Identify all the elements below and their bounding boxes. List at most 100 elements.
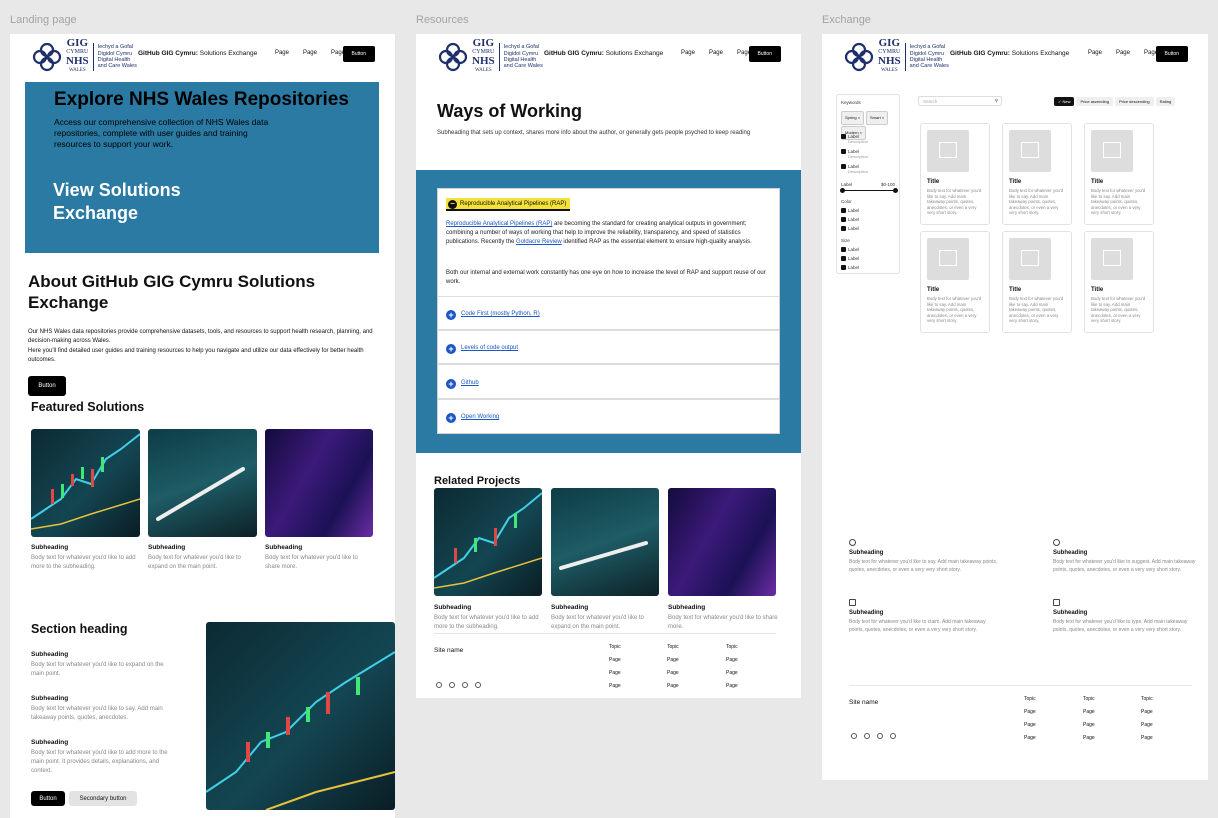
related-image-chart[interactable] xyxy=(434,488,542,596)
footer-link[interactable]: Page xyxy=(1083,732,1095,745)
rap-link[interactable]: Reproducible Analytical Pipelines (RAP) xyxy=(446,221,552,227)
top-nav: GIG CYMRU NHS WALES Iechyd a Gofal Digid… xyxy=(822,34,1208,74)
filter-checkbox[interactable]: Label Description xyxy=(841,164,868,174)
logo-gig: GIG xyxy=(472,37,495,49)
footer-link[interactable]: Page xyxy=(1024,719,1036,732)
view-solutions-link[interactable]: View Solutions Exchange xyxy=(53,179,223,225)
nav-link[interactable]: Page xyxy=(275,50,289,56)
nav-links: Page Page Page xyxy=(275,50,345,56)
sort-chip[interactable]: Price ascending xyxy=(1076,97,1113,106)
footer-link[interactable]: Page xyxy=(726,667,738,680)
footer-link[interactable]: Page xyxy=(667,654,679,667)
footer-link[interactable]: Page xyxy=(726,680,738,693)
instagram-icon[interactable] xyxy=(890,733,896,739)
color-checkbox[interactable]: Label xyxy=(841,217,859,222)
featured-text: Body text for whatever you'd like to add… xyxy=(31,555,136,570)
footer-link[interactable]: Page xyxy=(1141,706,1153,719)
instagram-icon[interactable] xyxy=(475,682,481,688)
product-card[interactable]: Title Body text for whatever you'd like t… xyxy=(1084,123,1154,225)
search-input[interactable]: Search ⚲ xyxy=(918,96,1002,106)
accordion-item[interactable]: + Open Working xyxy=(438,403,779,434)
footer-link[interactable]: Page xyxy=(667,667,679,680)
logo-divider xyxy=(498,43,500,71)
social-icons xyxy=(436,682,481,688)
section-sub: Subheading xyxy=(31,739,69,746)
nav-button[interactable]: Button xyxy=(748,46,781,62)
sort-chip-active[interactable]: ✓ New xyxy=(1054,97,1075,106)
accordion-open-header[interactable]: − Reproducible Analytical Pipelines (RAP) xyxy=(446,198,571,211)
product-card[interactable]: Title Body text for whatever you'd like t… xyxy=(920,231,990,333)
secondary-button[interactable]: Secondary button xyxy=(69,791,137,806)
range-slider[interactable] xyxy=(841,190,897,191)
youtube-icon[interactable] xyxy=(877,733,883,739)
logo-wales: WALES xyxy=(474,68,492,73)
nav-links: Page Page Page xyxy=(681,50,751,56)
size-checkbox[interactable]: Label xyxy=(841,247,859,252)
related-image-code[interactable] xyxy=(668,488,776,596)
featured-image-chart[interactable] xyxy=(31,429,140,537)
sort-chips: ✓ New Price ascending Price descending R… xyxy=(1054,97,1176,106)
sort-chip[interactable]: Rating xyxy=(1155,97,1176,106)
nhs-logo[interactable]: GIG CYMRU NHS WALES Iechyd a Gofal Digid… xyxy=(32,38,137,75)
size-checkbox[interactable]: Label xyxy=(841,256,859,261)
product-card[interactable]: Title Body text for whatever you'd like t… xyxy=(1002,123,1072,225)
nav-button[interactable]: Button xyxy=(1155,46,1188,62)
social-icons xyxy=(851,733,896,739)
footer-link[interactable]: Page xyxy=(609,667,621,680)
nav-link[interactable]: Page xyxy=(303,50,317,56)
footer-link[interactable]: Page xyxy=(667,680,679,693)
product-card[interactable]: Title Body text for whatever you'd like t… xyxy=(1002,231,1072,333)
nav-link[interactable]: Page xyxy=(1088,50,1102,56)
calendar-icon xyxy=(1053,599,1060,606)
footer-col: Topic Page Page Page xyxy=(667,641,679,693)
keyword-chip[interactable]: Smart × xyxy=(866,111,889,125)
facebook-icon[interactable] xyxy=(851,733,857,739)
linkedin-icon[interactable] xyxy=(449,682,455,688)
footer-link[interactable]: Page xyxy=(1024,706,1036,719)
footer-link[interactable]: Page xyxy=(1141,732,1153,745)
nhs-logo[interactable]: GIG CYMRU NHS WALES Iechyd a Gofal Digid… xyxy=(438,37,543,75)
facebook-icon[interactable] xyxy=(436,682,442,688)
minus-icon: − xyxy=(448,200,457,209)
color-checkbox[interactable]: Label xyxy=(841,226,859,231)
featured-image-pen[interactable] xyxy=(148,429,257,537)
footer-link[interactable]: Page xyxy=(1024,732,1036,745)
chart-illustration xyxy=(31,433,140,530)
color-checkbox[interactable]: Label xyxy=(841,208,859,213)
footer-link[interactable]: Page xyxy=(609,654,621,667)
footer-link[interactable]: Page xyxy=(1141,719,1153,732)
image-placeholder-icon xyxy=(1091,238,1133,280)
nav-link[interactable]: Page xyxy=(1116,50,1130,56)
size-checkbox[interactable]: Label xyxy=(841,265,859,270)
section-button[interactable]: Button xyxy=(31,791,65,806)
related-image-pen[interactable] xyxy=(551,488,659,596)
brand-name: GitHub GIG Cymru: Solutions Exchange xyxy=(950,50,1070,57)
linkedin-icon[interactable] xyxy=(864,733,870,739)
goldacre-link[interactable]: Goldacre Review xyxy=(516,239,562,245)
filter-checkbox[interactable]: Label Description xyxy=(841,149,868,159)
nhs-logo[interactable]: GIG CYMRU NHS WALES Iechyd a Gofal Digid… xyxy=(844,38,949,75)
accordion-item[interactable]: + Levels of code output xyxy=(438,334,779,365)
youtube-icon[interactable] xyxy=(462,682,468,688)
accordion-item-open[interactable]: − Reproducible Analytical Pipelines (RAP)… xyxy=(438,189,779,297)
range-handle-max[interactable] xyxy=(893,188,898,193)
accordion-body-p1: Reproducible Analytical Pipelines (RAP) … xyxy=(446,221,752,246)
sort-chip[interactable]: Price descending xyxy=(1114,97,1154,106)
nav-link[interactable]: Page xyxy=(709,50,723,56)
logo-wales: WALES xyxy=(68,68,86,73)
footer-link[interactable]: Page xyxy=(1083,719,1095,732)
footer-link[interactable]: Page xyxy=(1083,706,1095,719)
about-button[interactable]: Button xyxy=(28,376,66,396)
filter-checkbox[interactable]: Label Description xyxy=(841,134,868,144)
keyword-chip[interactable]: Spring × xyxy=(841,111,865,125)
footer-link[interactable]: Page xyxy=(726,654,738,667)
accordion-item[interactable]: + Github xyxy=(438,369,779,400)
product-card[interactable]: Title Body text for whatever you'd like t… xyxy=(1084,231,1154,333)
nav-link[interactable]: Page xyxy=(681,50,695,56)
range-handle-min[interactable] xyxy=(840,188,845,193)
footer-link[interactable]: Page xyxy=(609,680,621,693)
accordion-item[interactable]: + Code First (mostly Python, R) xyxy=(438,300,779,331)
featured-image-code[interactable] xyxy=(265,429,373,537)
product-card[interactable]: Title Body text for whatever you'd like t… xyxy=(920,123,990,225)
nav-button[interactable]: Button xyxy=(342,46,375,62)
